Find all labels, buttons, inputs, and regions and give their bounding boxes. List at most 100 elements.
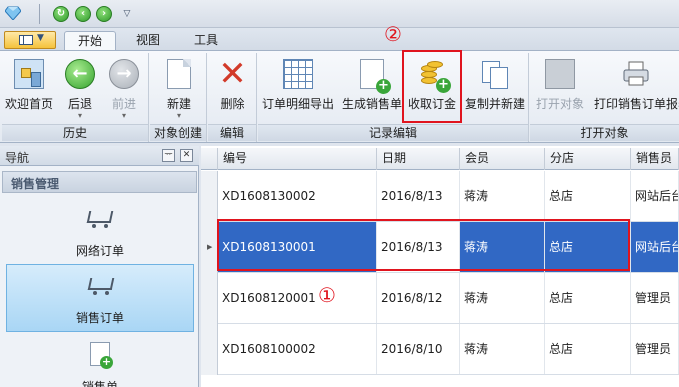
new-button[interactable]: 新建 ▾ xyxy=(154,53,204,123)
cell-date[interactable]: 2016/8/12 xyxy=(377,273,460,323)
cell-member[interactable]: 蒋涛 xyxy=(460,171,545,221)
print-sales-order-report-label: 打印销售订单报表 xyxy=(594,97,679,111)
ribbon-tab-bar: ▼ 开始 视图 工具 xyxy=(0,28,679,50)
open-object-icon xyxy=(545,59,575,89)
copy-icon xyxy=(480,59,510,89)
row-selector[interactable] xyxy=(201,324,218,375)
app-gem-icon[interactable] xyxy=(5,6,21,20)
ribbon: 欢迎首页 ← 后退 ▾ → 前进 ▾ 历史 新建 ▾ 对象创建 ✕ 删除 编辑 xyxy=(0,50,679,143)
cell-branch[interactable]: 总店 xyxy=(545,273,631,323)
cart-icon xyxy=(86,206,114,230)
forward-icon[interactable]: › xyxy=(96,6,112,22)
nav-section-sales-management[interactable]: 销售管理 xyxy=(2,171,197,193)
row-selector[interactable]: ▶ xyxy=(201,222,218,273)
cell-seller[interactable]: 网站后台 xyxy=(631,171,679,221)
delete-label: 删除 xyxy=(220,97,245,111)
cell-branch[interactable]: 总店 xyxy=(545,324,631,374)
column-header-branch[interactable]: 分店 xyxy=(545,148,631,170)
tab-view[interactable]: 视图 xyxy=(122,31,174,50)
cell-seller[interactable]: 管理员 xyxy=(631,324,679,374)
pin-icon[interactable]: ᅲ xyxy=(162,149,175,162)
tab-home[interactable]: 开始 xyxy=(64,31,116,50)
nav-item-label: 网络订单 xyxy=(75,244,124,258)
table-row[interactable]: XD1608120001 2016/8/12 蒋涛 总店 管理员 xyxy=(201,273,679,324)
back-button[interactable]: ← 后退 ▾ xyxy=(58,53,102,123)
refresh-icon[interactable]: ↻ xyxy=(53,6,69,22)
export-order-details-label: 订单明细导出 xyxy=(261,97,334,111)
open-object-button: 打开对象 xyxy=(534,53,586,123)
row-selector[interactable] xyxy=(201,273,218,324)
column-header-date[interactable]: 日期 xyxy=(377,148,460,170)
column-header-seller[interactable]: 销售员 xyxy=(631,148,679,170)
cell-id[interactable]: XD1608130002 xyxy=(218,171,377,221)
grid-export-icon xyxy=(283,59,313,89)
application-menu-button[interactable]: ▼ xyxy=(4,31,56,49)
tab-tools[interactable]: 工具 xyxy=(180,31,232,50)
group-label-open: 打开对象 xyxy=(530,124,679,141)
annotation-box-collect-deposit xyxy=(402,50,462,123)
welcome-home-button[interactable]: 欢迎首页 xyxy=(4,53,54,123)
export-order-details-button[interactable]: 订单明细导出 xyxy=(260,53,336,123)
cart-plus-icon xyxy=(87,273,115,297)
nav-item-label: 销售单 xyxy=(81,380,118,387)
copy-and-new-label: 复制并新建 xyxy=(464,97,525,111)
open-object-label: 打开对象 xyxy=(535,97,584,111)
customize-dropdown-icon[interactable]: ▽ xyxy=(121,8,133,20)
table-row[interactable]: XD1608100002 2016/8/10 蒋涛 总店 管理员 xyxy=(201,324,679,375)
forward-label: 前进 xyxy=(111,97,136,111)
nav-item-sales-orders[interactable]: 销售订单 xyxy=(6,264,194,332)
navigation-pane: 导航 ᅲ ✕ 销售管理 网络订单 销售订单 销售单 xyxy=(0,146,199,387)
quick-access-divider xyxy=(39,4,40,24)
forward-arrow-icon: → xyxy=(109,59,139,89)
back-dropdown-icon[interactable]: ▾ xyxy=(58,111,102,120)
bill-icon xyxy=(90,342,113,369)
annotation-box-selected-row xyxy=(217,219,630,271)
group-label-edit: 编辑 xyxy=(208,124,256,141)
chevron-down-icon: ▼ xyxy=(37,33,44,43)
cell-member[interactable]: 蒋涛 xyxy=(460,324,545,374)
nav-title: 导航 xyxy=(5,151,30,165)
nav-section-label: 销售管理 xyxy=(11,177,60,191)
ribbon-group-create: 新建 ▾ 对象创建 xyxy=(150,53,207,142)
ribbon-group-history: 欢迎首页 ← 后退 ▾ → 前进 ▾ 历史 xyxy=(2,53,149,142)
forward-dropdown-icon: ▾ xyxy=(121,111,126,120)
new-page-icon xyxy=(167,59,191,89)
new-dropdown-icon[interactable]: ▾ xyxy=(154,111,204,120)
print-sales-order-report-button[interactable]: 打印销售订单报表 xyxy=(592,53,679,123)
nav-item-sales-slips[interactable]: 销售单 xyxy=(6,334,194,387)
annotation-marker-2: ② xyxy=(384,22,402,46)
generate-sales-slip-label: 生成销售单 xyxy=(341,97,402,111)
column-header-id[interactable]: 编号 xyxy=(218,148,377,170)
nav-item-online-orders[interactable]: 网络订单 xyxy=(6,198,194,266)
home-icon xyxy=(14,59,44,89)
annotation-marker-1: ① xyxy=(318,283,336,307)
app-menu-icon xyxy=(19,35,33,45)
cell-member[interactable]: 蒋涛 xyxy=(460,273,545,323)
group-label-record-edit: 记录编辑 xyxy=(258,124,528,141)
welcome-home-label: 欢迎首页 xyxy=(4,97,53,111)
generate-sales-slip-button[interactable]: 生成销售单 xyxy=(340,53,404,123)
cell-date[interactable]: 2016/8/10 xyxy=(377,324,460,374)
cell-id[interactable]: XD1608100002 xyxy=(218,324,377,374)
grid-header: 编号 日期 会员 分店 销售员 xyxy=(201,148,679,170)
cell-date[interactable]: 2016/8/13 xyxy=(377,171,460,221)
header-row-selector xyxy=(201,148,218,170)
cell-seller[interactable]: 网站后台 xyxy=(631,222,679,272)
back-icon[interactable]: ‹ xyxy=(75,6,91,22)
copy-and-new-button[interactable]: 复制并新建 xyxy=(463,53,527,123)
cell-seller[interactable]: 管理员 xyxy=(631,273,679,323)
cell-branch[interactable]: 总店 xyxy=(545,171,631,221)
table-row[interactable]: XD1608130002 2016/8/13 蒋涛 总店 网站后台 xyxy=(201,171,679,222)
printer-icon xyxy=(623,61,648,86)
document-plus-icon xyxy=(360,59,391,94)
row-selector[interactable] xyxy=(201,171,218,222)
nav-header: 导航 ᅲ ✕ xyxy=(0,146,199,166)
close-icon[interactable]: ✕ xyxy=(180,149,193,162)
cell-id[interactable]: XD1608120001 xyxy=(218,273,377,323)
back-arrow-icon: ← xyxy=(65,59,95,89)
column-header-member[interactable]: 会员 xyxy=(460,148,545,170)
nav-item-label: 销售订单 xyxy=(75,311,124,325)
delete-x-icon: ✕ xyxy=(218,54,247,94)
delete-button[interactable]: ✕ 删除 xyxy=(210,53,255,123)
quick-access-toolbar: ↻ ‹ › ▽ xyxy=(0,0,679,28)
